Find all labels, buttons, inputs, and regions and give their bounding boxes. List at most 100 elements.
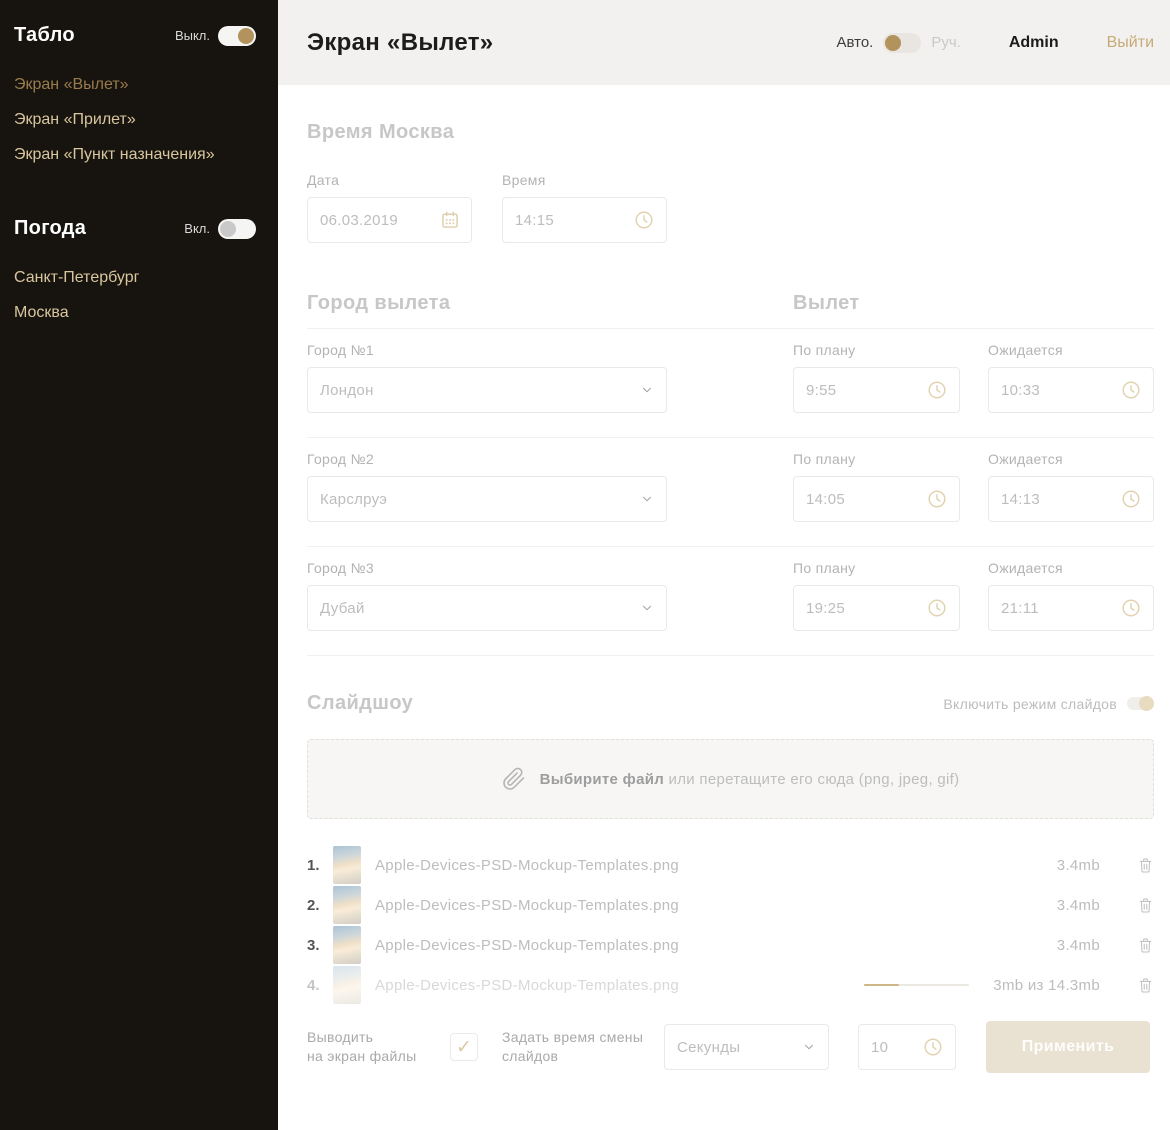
city-1-value: Лондон: [320, 382, 374, 399]
apply-button[interactable]: Применить: [986, 1021, 1150, 1073]
trash-icon[interactable]: [1138, 897, 1154, 914]
city-1-select[interactable]: Лондон: [307, 367, 667, 413]
board-toggle[interactable]: [218, 26, 256, 46]
mode-toggle-knob: [885, 35, 901, 51]
time-unit-select[interactable]: Секунды: [664, 1024, 829, 1070]
sidebar-item-destination-screen[interactable]: Экран «Пункт назначения»: [14, 137, 256, 172]
weather-toggle-knob: [220, 221, 236, 237]
city-3-label: Город №3: [307, 560, 667, 576]
file-number: 1.: [307, 857, 329, 874]
content: Время Москва Дата: [278, 85, 1170, 1073]
slideshow-heading: Слайдшоу: [307, 692, 413, 715]
sidebar-board-header: Табло Выкл.: [14, 24, 256, 47]
user-name: Admin: [1009, 34, 1059, 52]
divider: [307, 655, 1154, 656]
slideshow-toggle[interactable]: [1127, 697, 1154, 710]
mode-manual-label: Руч.: [931, 34, 961, 51]
file-size: 3.4mb: [1057, 937, 1100, 954]
check-icon: ✓: [456, 1036, 472, 1059]
chevron-down-icon: [640, 601, 654, 615]
city-row-1: Город №1 Лондон По плану: [307, 329, 1154, 437]
file-number: 2.: [307, 897, 329, 914]
file-name: Apple-Devices-PSD-Mockup-Templates.png: [375, 977, 679, 994]
file-row-uploading: 4. Apple-Devices-PSD-Mockup-Templates.pn…: [307, 965, 1154, 1005]
clock-icon[interactable]: [1120, 488, 1142, 510]
file-size: 3.4mb: [1057, 857, 1100, 874]
city-3-value: Дубай: [320, 600, 365, 617]
plan-1-label: По плану: [793, 342, 960, 358]
file-row: 3. Apple-Devices-PSD-Mockup-Templates.pn…: [307, 925, 1154, 965]
clock-icon[interactable]: [1120, 379, 1142, 401]
date-label: Дата: [307, 172, 472, 188]
file-list: 1. Apple-Devices-PSD-Mockup-Templates.pn…: [307, 845, 1154, 1005]
file-name: Apple-Devices-PSD-Mockup-Templates.png: [375, 857, 679, 874]
slideshow-section: Слайдшоу Включить режим слайдов Выбирите…: [307, 692, 1154, 1073]
city-1-label: Город №1: [307, 342, 667, 358]
sidebar-item-saint-petersburg[interactable]: Санкт-Петербург: [14, 260, 256, 295]
dropzone-text-bold: Выбирите файл: [540, 771, 665, 788]
expect-2-label: Ожидается: [988, 451, 1154, 467]
file-thumbnail: [333, 966, 361, 1004]
departure-heading: Вылет: [793, 292, 860, 315]
city-3-select[interactable]: Дубай: [307, 585, 667, 631]
sidebar-weather-title: Погода: [14, 217, 86, 240]
file-number: 4.: [307, 977, 329, 994]
main-area: Экран «Вылет» Авто. Руч. Admin Выйти Вре…: [278, 0, 1170, 1130]
mode-auto-label: Авто.: [836, 34, 873, 51]
slideshow-toggle-knob: [1139, 696, 1154, 711]
calendar-icon[interactable]: [440, 210, 460, 230]
clock-icon[interactable]: [926, 379, 948, 401]
topbar: Экран «Вылет» Авто. Руч. Admin Выйти: [278, 0, 1170, 85]
chevron-down-icon: [640, 492, 654, 506]
file-dropzone[interactable]: Выбирите файл или перетащите его сюда (p…: [307, 739, 1154, 819]
page-title: Экран «Вылет»: [307, 29, 493, 57]
file-name: Apple-Devices-PSD-Mockup-Templates.png: [375, 897, 679, 914]
expect-3-label: Ожидается: [988, 560, 1154, 576]
display-files-checkbox[interactable]: ✓: [450, 1033, 478, 1061]
trash-icon[interactable]: [1138, 857, 1154, 874]
sidebar-board-nav: Экран «Вылет» Экран «Прилет» Экран «Пунк…: [14, 67, 256, 172]
trash-icon[interactable]: [1138, 937, 1154, 954]
board-toggle-knob: [238, 28, 254, 44]
file-name: Apple-Devices-PSD-Mockup-Templates.png: [375, 937, 679, 954]
clock-icon[interactable]: [926, 488, 948, 510]
sidebar-item-arrival-screen[interactable]: Экран «Прилет»: [14, 102, 256, 137]
city-2-select[interactable]: Карслруэ: [307, 476, 667, 522]
file-row: 1. Apple-Devices-PSD-Mockup-Templates.pn…: [307, 845, 1154, 885]
weather-toggle-label: Вкл.: [184, 221, 210, 236]
expect-1-label: Ожидается: [988, 342, 1154, 358]
weather-toggle[interactable]: [218, 219, 256, 239]
trash-icon[interactable]: [1138, 977, 1154, 994]
dropzone-text: Выбирите файл или перетащите его сюда (p…: [540, 771, 960, 788]
moscow-time-heading: Время Москва: [307, 121, 1154, 144]
file-size: 3mb из 14.3mb: [993, 977, 1100, 994]
clock-icon[interactable]: [633, 209, 655, 231]
dropzone-text-rest: или перетащите его сюда (png, jpeg, gif): [669, 771, 960, 788]
sidebar-weather-header: Погода Вкл.: [14, 217, 256, 240]
sidebar-item-departure-screen[interactable]: Экран «Вылет»: [14, 67, 256, 102]
logout-link[interactable]: Выйти: [1107, 34, 1154, 52]
city-2-value: Карслруэ: [320, 491, 387, 508]
time-unit-value: Секунды: [677, 1039, 740, 1056]
city-row-2: Город №2 Карслруэ По плану: [307, 438, 1154, 546]
plan-2-label: По плану: [793, 451, 960, 467]
departure-city-heading: Город вылета: [307, 292, 793, 315]
cities-section: Город вылета Вылет Город №1 Лондон: [307, 292, 1154, 656]
sidebar: Табло Выкл. Экран «Вылет» Экран «Прилет»…: [0, 0, 278, 1130]
time-label: Время: [502, 172, 667, 188]
file-thumbnail: [333, 926, 361, 964]
plan-3-label: По плану: [793, 560, 960, 576]
city-2-label: Город №2: [307, 451, 667, 467]
clock-icon[interactable]: [926, 597, 948, 619]
paperclip-icon: [502, 767, 526, 791]
file-row: 2. Apple-Devices-PSD-Mockup-Templates.pn…: [307, 885, 1154, 925]
sidebar-item-moscow[interactable]: Москва: [14, 295, 256, 330]
upload-progress-fill: [864, 984, 899, 986]
clock-icon[interactable]: [922, 1036, 944, 1058]
upload-progress-bar: [864, 984, 969, 986]
clock-icon[interactable]: [1120, 597, 1142, 619]
mode-toggle[interactable]: [883, 33, 921, 53]
city-row-3: Город №3 Дубай По плану: [307, 547, 1154, 655]
slideshow-controls: Выводить на экран файлы ✓ Задать время с…: [307, 1021, 1154, 1073]
file-size: 3.4mb: [1057, 897, 1100, 914]
